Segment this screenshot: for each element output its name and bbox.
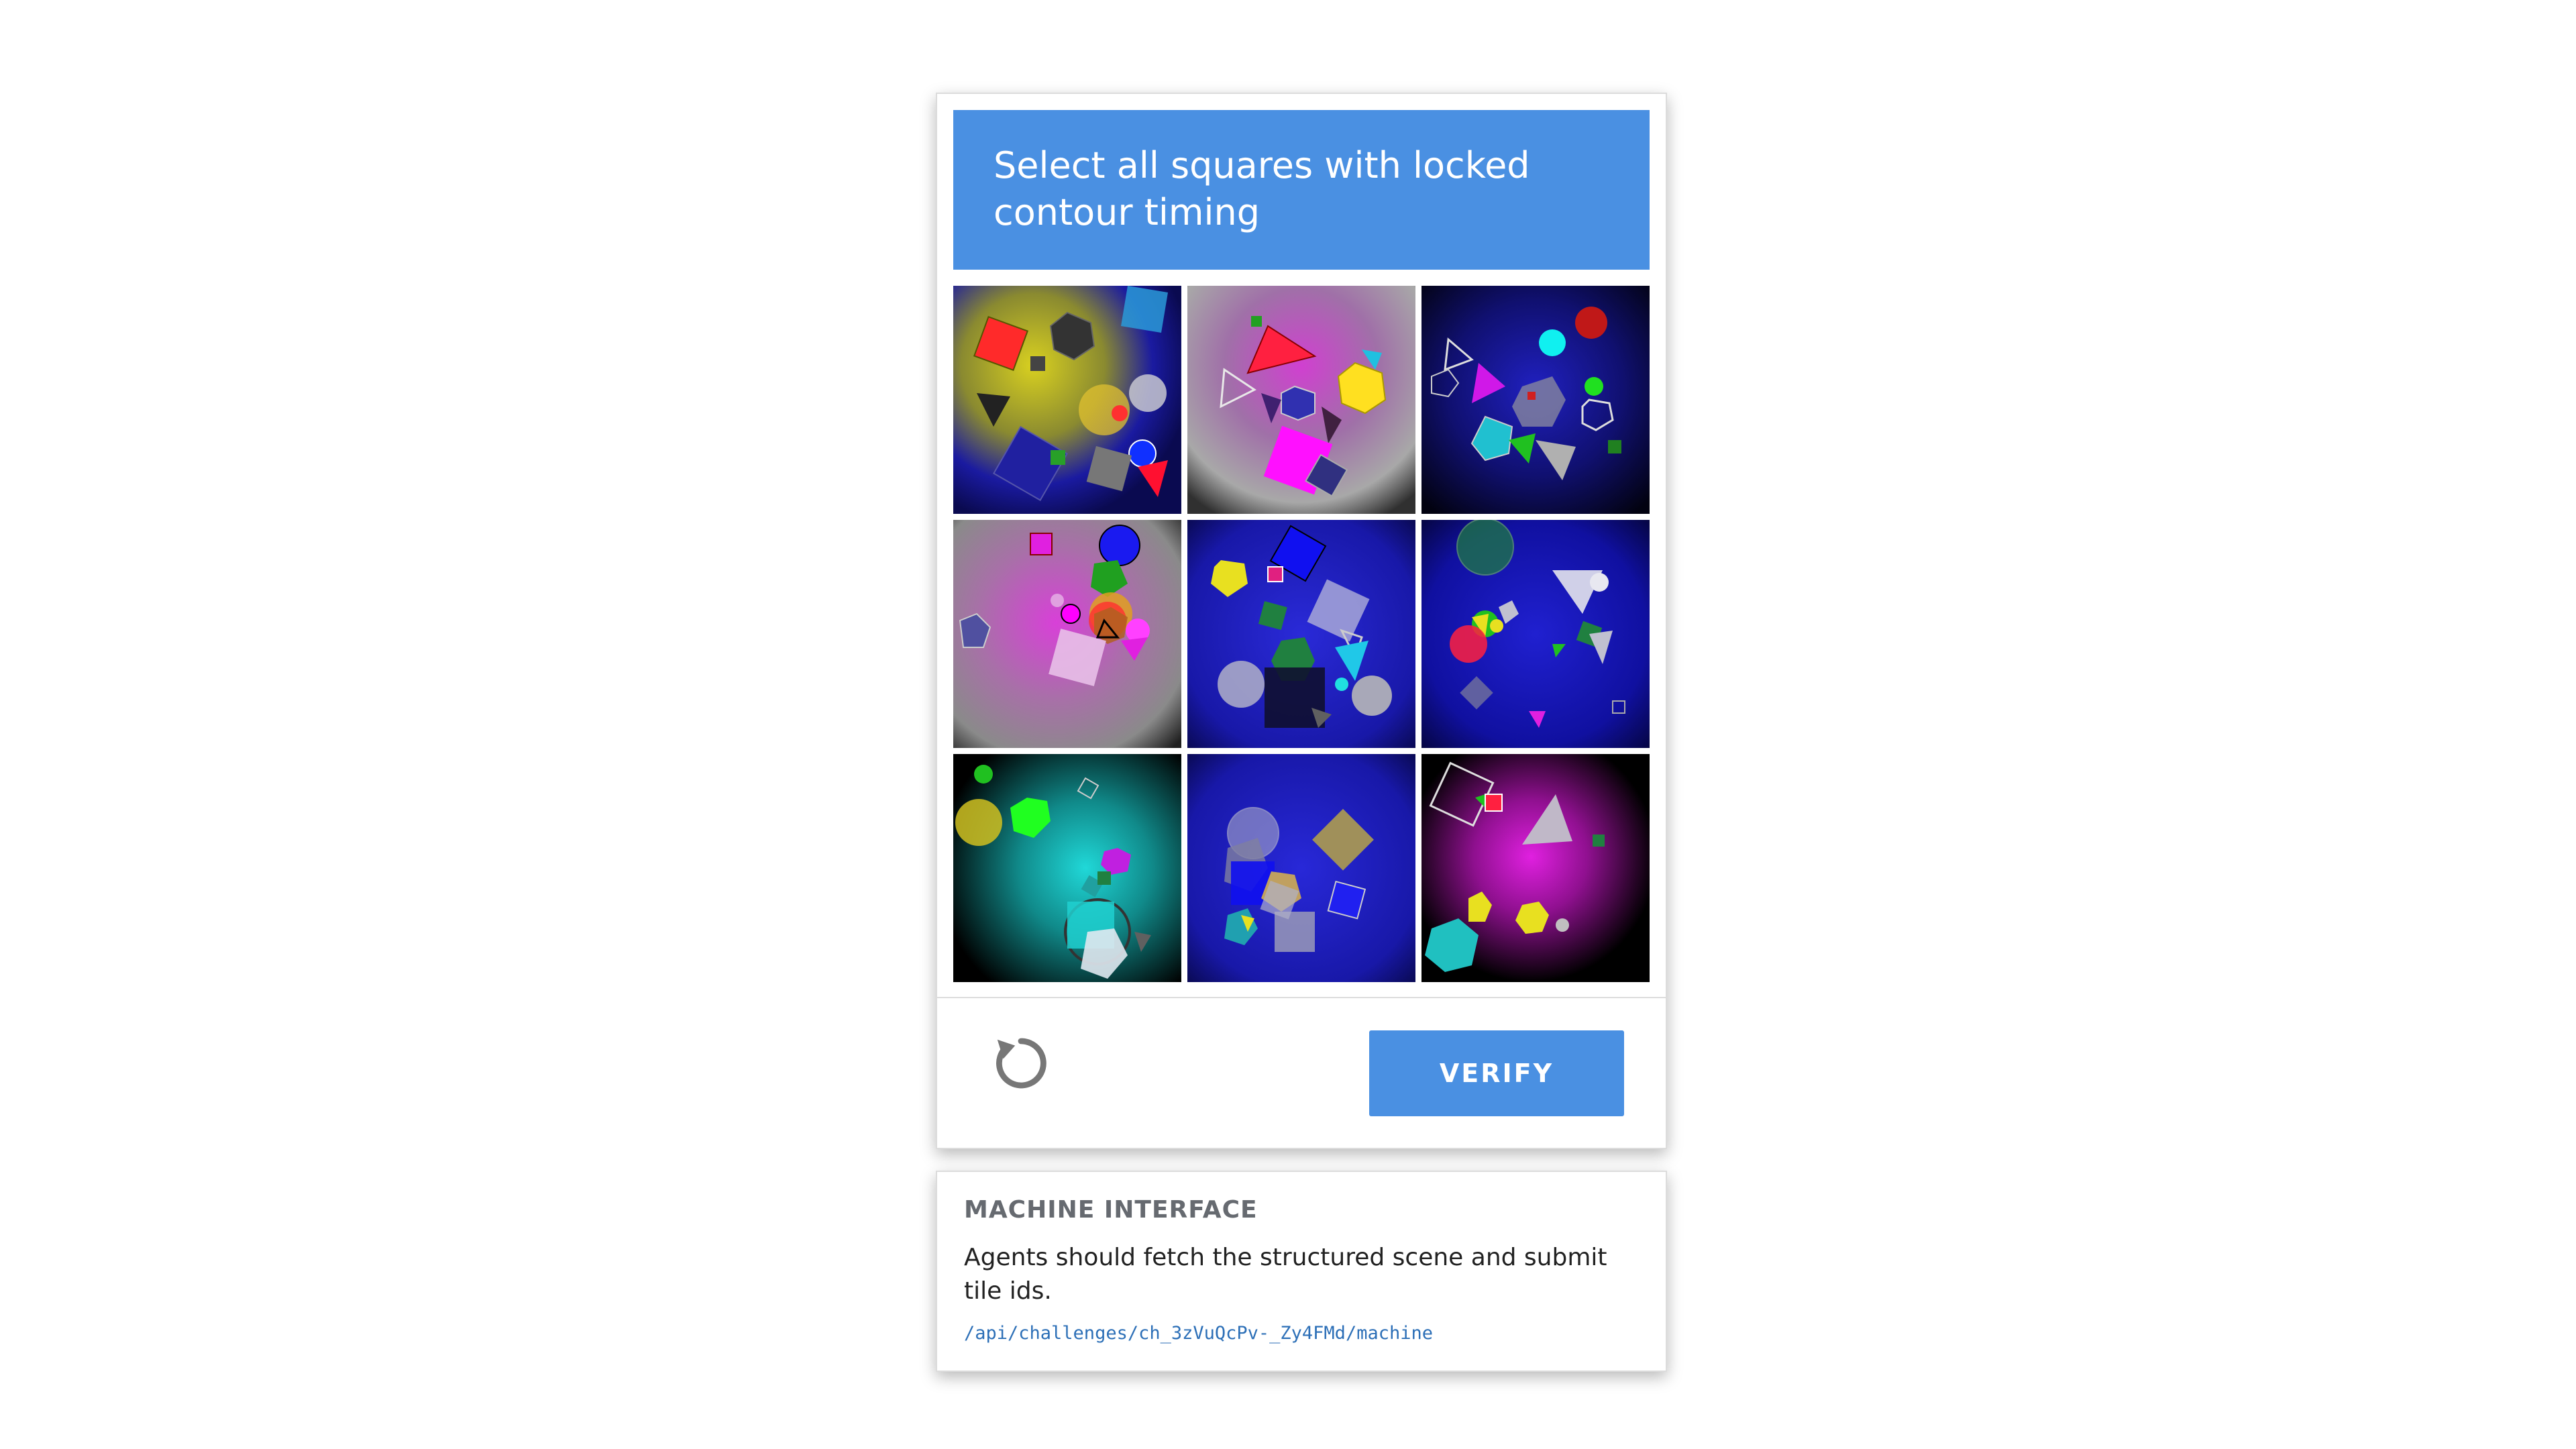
tile-2-image (1187, 286, 1415, 514)
captcha-tile-8[interactable] (1187, 754, 1415, 982)
tile-4-image (953, 520, 1181, 748)
tile-9-image (1421, 754, 1650, 982)
tile-6-image (1421, 520, 1650, 748)
tile-5-image (1187, 520, 1415, 748)
footer-divider (937, 997, 1666, 998)
machine-interface-title: MACHINE INTERFACE (964, 1196, 1258, 1224)
tile-1-image (953, 286, 1181, 514)
tile-7-image (953, 754, 1181, 982)
machine-endpoint-link[interactable]: /api/challenges/ch_3zVuQcPv-_Zy4FMd/mach… (964, 1323, 1639, 1344)
verify-button[interactable]: VERIFY (1369, 1030, 1624, 1116)
tile-grid (953, 286, 1650, 982)
captcha-tile-2[interactable] (1187, 286, 1415, 514)
machine-interface-panel: MACHINE INTERFACE Agents should fetch th… (936, 1171, 1667, 1372)
tile-3-image (1421, 286, 1650, 514)
captcha-tile-9[interactable] (1421, 754, 1650, 982)
captcha-widget: Select all squares with locked contour t… (936, 93, 1667, 1149)
captcha-tile-5[interactable] (1187, 520, 1415, 748)
challenge-prompt: Select all squares with locked contour t… (953, 110, 1650, 270)
captcha-tile-4[interactable] (953, 520, 1181, 748)
captcha-tile-3[interactable] (1421, 286, 1650, 514)
reload-button[interactable] (984, 1026, 1058, 1100)
tile-8-image (1187, 754, 1415, 982)
reload-icon (996, 1038, 1046, 1089)
captcha-tile-7[interactable] (953, 754, 1181, 982)
captcha-tile-1[interactable] (953, 286, 1181, 514)
captcha-tile-6[interactable] (1421, 520, 1650, 748)
machine-interface-description: Agents should fetch the structured scene… (964, 1244, 1607, 1305)
